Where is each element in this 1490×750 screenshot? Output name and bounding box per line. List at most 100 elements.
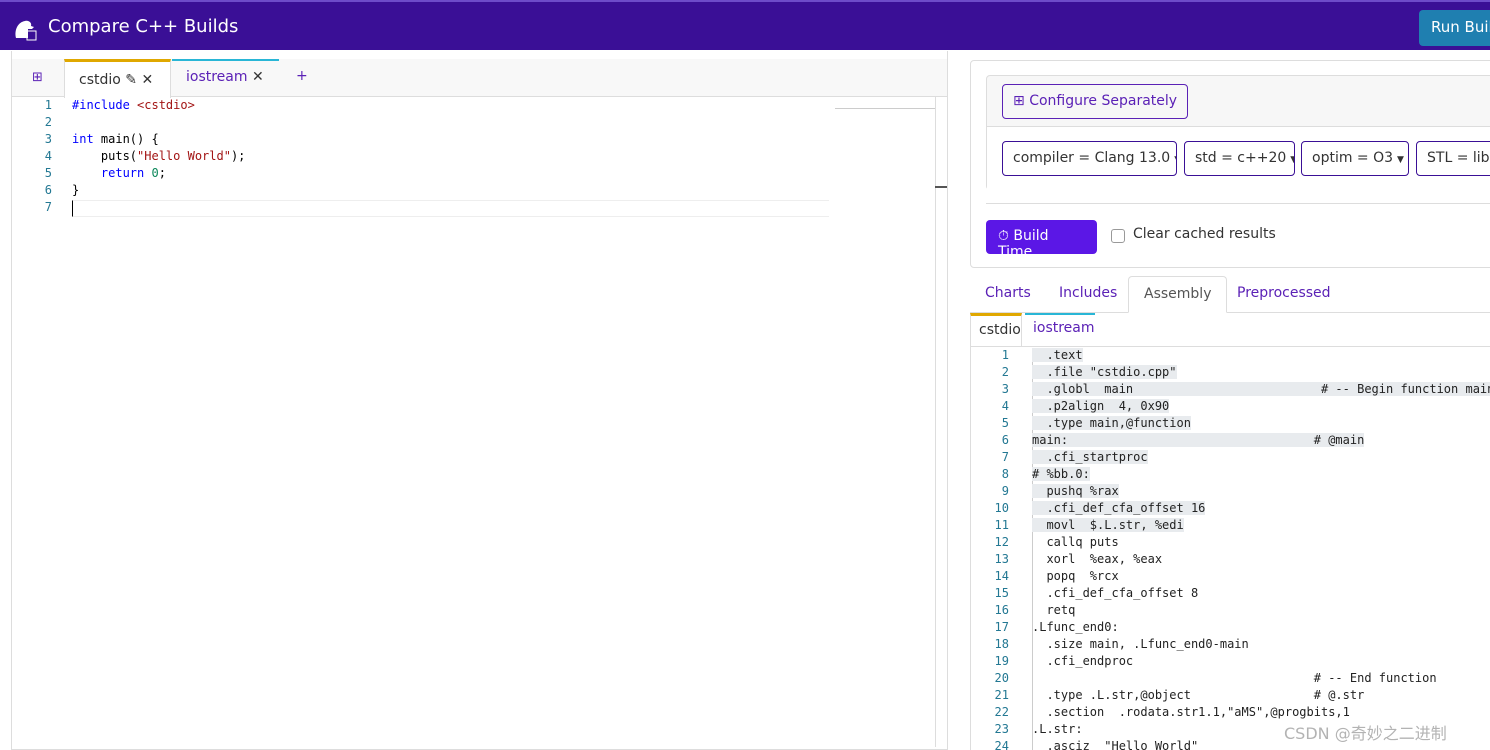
token: ; (158, 166, 166, 180)
tab-preprocessed[interactable]: Preprocessed (1222, 276, 1346, 313)
token: puts( (72, 149, 138, 163)
dropdown-label: compiler = Clang 13.0 (1013, 150, 1171, 166)
assembly-text: # -- End function (1032, 671, 1437, 685)
line-number: 7 (44, 200, 52, 214)
assembly-text: callq puts (1032, 535, 1119, 549)
divider (986, 203, 1490, 204)
line-number: 5 (1001, 416, 1009, 430)
line-number: 5 (44, 166, 52, 180)
assembly-line: 13 xorl %eax, %eax (971, 552, 1490, 569)
assembly-text: .cfi_startproc (1032, 450, 1148, 464)
close-icon[interactable]: ✕ (141, 72, 153, 88)
editor-panel: ⊞ cstdio ✎ ✕ iostream ✕ + 1 #include <cst… (11, 51, 948, 750)
assembly-line: 17 .Lfunc_end0: (971, 620, 1490, 637)
line-number: 2 (44, 115, 52, 129)
line-number: 21 (994, 688, 1009, 702)
add-tab-button[interactable]: + (282, 59, 322, 97)
code-line: } (72, 183, 79, 197)
layout-icon[interactable]: ⊞ (12, 59, 64, 97)
tab-assembly[interactable]: Assembly (1128, 276, 1228, 313)
assembly-text: pushq %rax (1032, 484, 1119, 498)
assembly-text: .cfi_def_cfa_offset 16 (1032, 501, 1206, 515)
assembly-line: 19 .cfi_endproc (971, 654, 1490, 671)
token: main() { (93, 132, 159, 146)
assembly-line: 5 .type main,@function (971, 416, 1490, 433)
clear-cache-label[interactable]: Clear cached results (1133, 226, 1276, 242)
tab-label: iostream (186, 69, 248, 85)
result-tabs: Charts Includes Assembly Preprocessed (970, 276, 1490, 313)
assembly-line: 15 .cfi_def_cfa_offset 8 (971, 586, 1490, 603)
file-tab-iostream[interactable]: iostream (1025, 313, 1095, 347)
assembly-line: 4 .p2align 4, 0x90 (971, 399, 1490, 416)
tab-cstdio[interactable]: cstdio ✎ ✕ (64, 59, 171, 98)
caret-down-icon: ▼ (1290, 155, 1294, 165)
file-tabs: cstdio iostream (970, 313, 1490, 347)
token: 0 (151, 166, 159, 180)
tab-charts[interactable]: Charts (970, 276, 1046, 313)
assembly-line: 18 .size main, .Lfunc_end0-main (971, 637, 1490, 654)
assembly-line: 9 pushq %rax (971, 484, 1490, 501)
compiler-dropdown[interactable]: compiler = Clang 13.0▼ (1002, 141, 1177, 176)
line-number: 18 (994, 637, 1009, 651)
app-header: Compare C++ Builds Run Build (0, 0, 1490, 50)
button-label: Configure Separately (1029, 93, 1178, 109)
line-number: 6 (1001, 433, 1009, 447)
line-number: 14 (994, 569, 1009, 583)
assembly-text: popq %rcx (1032, 569, 1119, 583)
assembly-line: 11 movl $.L.str, %edi (971, 518, 1490, 535)
assembly-text: .section .rodata.str1.1,"aMS",@progbits,… (1032, 705, 1350, 719)
assembly-line: 20 # -- End function (971, 671, 1490, 688)
assembly-line: 10 .cfi_def_cfa_offset 16 (971, 501, 1490, 518)
file-tab-cstdio[interactable]: cstdio (970, 313, 1022, 347)
token: ); (230, 149, 246, 163)
line-number: 11 (994, 518, 1009, 532)
run-build-button[interactable]: Run Build (1419, 10, 1490, 46)
assembly-line: 7 .cfi_startproc (971, 450, 1490, 467)
token: <cstdio> (137, 98, 195, 112)
scrollbar[interactable] (935, 97, 947, 747)
line-number: 3 (44, 132, 52, 146)
stl-dropdown[interactable]: STL = libstdc++ (1416, 141, 1490, 176)
optim-dropdown[interactable]: optim = O3 ▼ (1301, 141, 1409, 176)
line-number: 19 (994, 654, 1009, 668)
assembly-text: movl $.L.str, %edi (1032, 518, 1184, 532)
assembly-text: .file "cstdio.cpp" (1032, 365, 1177, 379)
line-number: 4 (1001, 399, 1009, 413)
dropdown-label: optim = O3 (1312, 150, 1394, 166)
line-number: 16 (994, 603, 1009, 617)
close-icon[interactable]: ✕ (252, 69, 264, 85)
dropdown-label: std = c++20 (1195, 150, 1287, 166)
assembly-text: .Lfunc_end0: (1032, 620, 1119, 634)
line-number: 17 (994, 620, 1009, 634)
std-dropdown[interactable]: std = c++20▼ (1184, 141, 1295, 176)
assembly-line: 21 .type .L.str,@object # @.str (971, 688, 1490, 705)
assembly-text: .p2align 4, 0x90 (1032, 399, 1170, 413)
assembly-view[interactable]: 1 .text 2 .file "cstdio.cpp" 3 .globl main… (970, 347, 1490, 750)
minimap[interactable] (835, 97, 935, 109)
clear-cache-checkbox[interactable] (1111, 229, 1125, 243)
assembly-text: xorl %eax, %eax (1032, 552, 1163, 566)
assembly-line: 16 retq (971, 603, 1490, 620)
configure-separately-button[interactable]: ⊞ Configure Separately (1002, 84, 1189, 119)
line-number: 1 (44, 98, 52, 112)
line-number: 15 (994, 586, 1009, 600)
token: #include (72, 98, 138, 112)
token: "Hello World" (137, 149, 231, 163)
caret-down-icon: ▼ (1397, 155, 1404, 165)
build-time-button[interactable]: ⏱ Build Time (986, 220, 1097, 260)
token: } (72, 183, 80, 197)
tab-includes[interactable]: Includes (1044, 276, 1132, 313)
line-number: 1 (1001, 348, 1009, 362)
line-number: 24 (994, 739, 1009, 750)
assembly-line: 6 main: # @main (971, 433, 1490, 450)
line-number: 22 (994, 705, 1009, 719)
edit-icon[interactable]: ✎ (125, 72, 137, 88)
code-line (72, 200, 829, 217)
split-icon: ⊞ (1013, 93, 1025, 109)
config-panel: ⊞ Configure Separately compiler = Clang … (970, 60, 1490, 268)
stopwatch-icon: ⏱ (998, 228, 1009, 244)
line-number: 3 (1001, 382, 1009, 396)
tab-iostream[interactable]: iostream ✕ (172, 59, 279, 97)
app-title: Compare C++ Builds (48, 16, 239, 37)
assembly-text: # %bb.0: (1032, 467, 1090, 481)
